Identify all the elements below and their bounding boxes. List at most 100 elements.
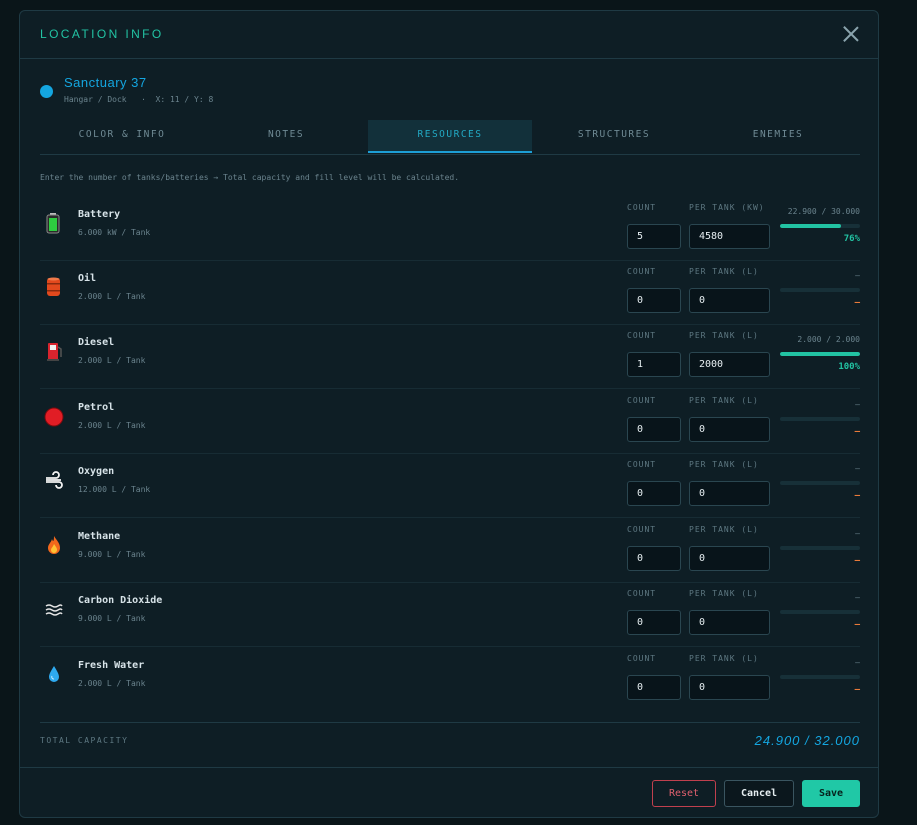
resource-capacity: 12.000 L / Tank <box>78 485 151 494</box>
fill-amount: — <box>855 593 860 602</box>
resource-name: Diesel <box>78 337 115 348</box>
per-tank-input[interactable] <box>689 481 770 506</box>
resource-row-petrol: Petrol 2.000 L / Tank COUNT PER TANK (L)… <box>40 389 860 454</box>
total-capacity-value: 24.900 / 32.000 <box>754 733 860 748</box>
oil-barrel-icon <box>44 276 64 298</box>
fill-bar <box>780 546 860 550</box>
fog-waves-icon <box>44 598 64 620</box>
fill-bar <box>780 288 860 292</box>
resource-row-fresh-water: Fresh Water 2.000 L / Tank COUNT PER TAN… <box>40 647 860 711</box>
modal-header: LOCATION INFO <box>20 11 878 59</box>
per-tank-label: PER TANK (L) <box>689 396 759 405</box>
close-icon[interactable] <box>842 25 860 43</box>
resource-row-oil: Oil 2.000 L / Tank COUNT PER TANK (L) — … <box>40 260 860 325</box>
count-input[interactable] <box>627 352 681 377</box>
total-divider <box>40 722 860 723</box>
resource-name: Fresh Water <box>78 660 145 671</box>
location-info-modal: LOCATION INFO Sanctuary 37 Hangar / Dock… <box>19 10 879 818</box>
fill-amount: — <box>855 271 860 280</box>
fill-percent: — <box>854 427 860 437</box>
count-input[interactable] <box>627 675 681 700</box>
fill-amount: — <box>855 400 860 409</box>
tab-notes[interactable]: NOTES <box>204 120 368 153</box>
per-tank-label: PER TANK (L) <box>689 654 759 663</box>
fill-bar <box>780 352 860 356</box>
fill-bar <box>780 675 860 679</box>
resource-row-methane: Methane 9.000 L / Tank COUNT PER TANK (L… <box>40 518 860 583</box>
resource-capacity: 6.000 kW / Tank <box>78 228 151 237</box>
count-label: COUNT <box>627 525 657 534</box>
cancel-button[interactable]: Cancel <box>724 780 794 807</box>
resource-row-carbon-dioxide: Carbon Dioxide 9.000 L / Tank COUNT PER … <box>40 582 860 647</box>
water-drop-icon <box>44 663 64 685</box>
count-input[interactable] <box>627 481 681 506</box>
per-tank-input[interactable] <box>689 224 770 249</box>
resource-name: Battery <box>78 209 121 220</box>
per-tank-input[interactable] <box>689 288 770 313</box>
tab-bar: COLOR & INFO NOTES RESOURCES STRUCTURES … <box>40 120 860 155</box>
count-input[interactable] <box>627 610 681 635</box>
count-input[interactable] <box>627 546 681 571</box>
count-label: COUNT <box>627 460 657 469</box>
fill-amount: 22.900 / 30.000 <box>787 207 860 216</box>
battery-icon <box>44 212 64 234</box>
per-tank-label: PER TANK (KW) <box>689 203 765 212</box>
resource-capacity: 2.000 L / Tank <box>78 292 146 301</box>
fill-bar-level <box>780 352 860 356</box>
count-label: COUNT <box>627 203 657 212</box>
count-input[interactable] <box>627 288 681 313</box>
count-label: COUNT <box>627 589 657 598</box>
per-tank-label: PER TANK (L) <box>689 267 759 276</box>
per-tank-label: PER TANK (L) <box>689 589 759 598</box>
modal-title: LOCATION INFO <box>40 27 164 41</box>
resource-name: Carbon Dioxide <box>78 595 163 606</box>
fill-percent: — <box>854 491 860 501</box>
per-tank-input[interactable] <box>689 610 770 635</box>
count-label: COUNT <box>627 331 657 340</box>
per-tank-label: PER TANK (L) <box>689 525 759 534</box>
resource-row-oxygen: Oxygen 12.000 L / Tank COUNT PER TANK (L… <box>40 453 860 518</box>
tab-enemies[interactable]: ENEMIES <box>696 120 860 153</box>
per-tank-input[interactable] <box>689 417 770 442</box>
wind-icon <box>44 469 64 491</box>
resource-capacity: 9.000 L / Tank <box>78 550 146 559</box>
per-tank-input[interactable] <box>689 675 770 700</box>
resource-name: Petrol <box>78 402 115 413</box>
fill-bar <box>780 417 860 421</box>
resource-capacity: 2.000 L / Tank <box>78 679 146 688</box>
save-button[interactable]: Save <box>802 780 860 807</box>
resource-row-diesel: Diesel 2.000 L / Tank COUNT PER TANK (L)… <box>40 324 860 389</box>
tab-color-info[interactable]: COLOR & INFO <box>40 120 204 153</box>
fill-percent: — <box>854 298 860 308</box>
fill-amount: — <box>855 658 860 667</box>
resource-name: Methane <box>78 531 121 542</box>
count-label: COUNT <box>627 267 657 276</box>
resource-name: Oxygen <box>78 466 115 477</box>
per-tank-label: PER TANK (L) <box>689 331 759 340</box>
tab-structures[interactable]: STRUCTURES <box>532 120 696 153</box>
fill-bar <box>780 224 860 228</box>
fill-bar-level <box>780 224 841 228</box>
per-tank-input[interactable] <box>689 546 770 571</box>
reset-button[interactable]: Reset <box>652 780 716 807</box>
fill-percent: 76% <box>843 234 860 244</box>
per-tank-input[interactable] <box>689 352 770 377</box>
fill-bar <box>780 481 860 485</box>
fill-percent: — <box>854 620 860 630</box>
fill-percent: 100% <box>838 362 860 372</box>
fill-bar <box>780 610 860 614</box>
location-subtitle: Hangar / Dock · X: 11 / Y: 8 <box>64 95 214 104</box>
count-input[interactable] <box>627 417 681 442</box>
fill-percent: — <box>854 556 860 566</box>
tab-resources[interactable]: RESOURCES <box>368 120 532 153</box>
flame-icon <box>44 534 64 556</box>
fill-amount: — <box>855 464 860 473</box>
count-input[interactable] <box>627 224 681 249</box>
resource-row-battery: Battery 6.000 kW / Tank COUNT PER TANK (… <box>40 196 860 261</box>
location-name: Sanctuary 37 <box>64 75 147 90</box>
count-label: COUNT <box>627 396 657 405</box>
resource-capacity: 2.000 L / Tank <box>78 421 146 430</box>
fill-amount: 2.000 / 2.000 <box>797 335 860 344</box>
fill-amount: — <box>855 529 860 538</box>
fill-percent: — <box>854 685 860 695</box>
